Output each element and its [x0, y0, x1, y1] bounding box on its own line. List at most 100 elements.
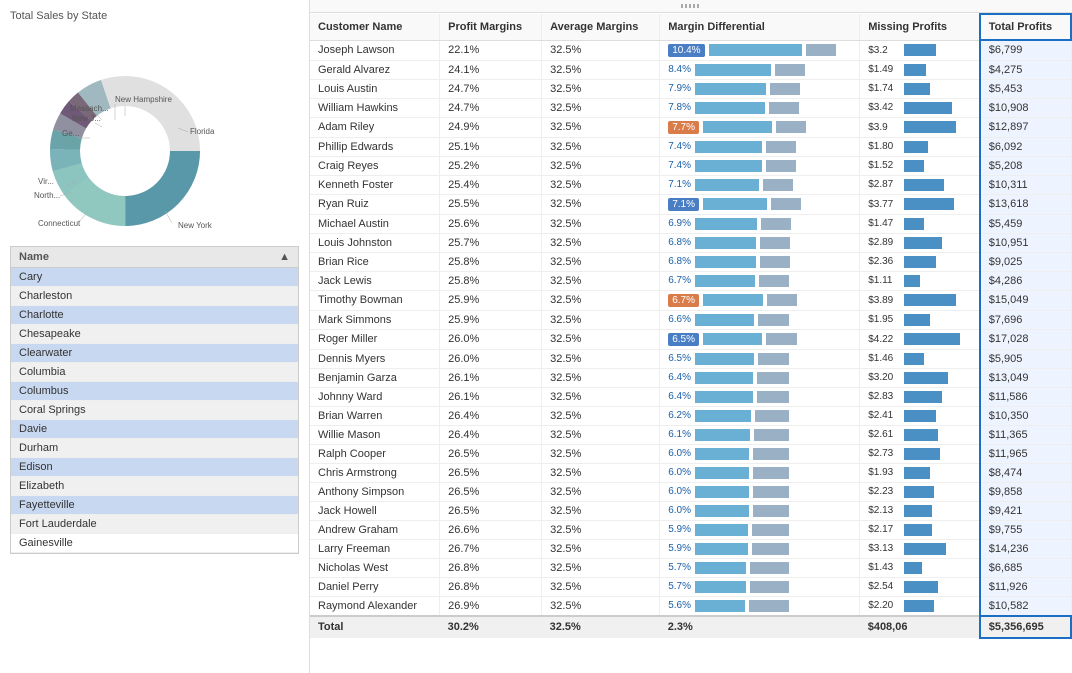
- total-profit-cell: $14,236: [980, 539, 1071, 558]
- list-item[interactable]: Chesapeake: [11, 325, 298, 344]
- total-profit-cell: $9,421: [980, 501, 1071, 520]
- list-item[interactable]: Fort Lauderdale: [11, 515, 298, 534]
- customer-name-cell: Andrew Graham: [310, 520, 440, 539]
- total-profit-cell: $10,350: [980, 406, 1071, 425]
- table-row: Larry Freeman26.7%32.5% 5.9% $3.13 $14,2…: [310, 539, 1071, 558]
- margin-diff-cell: 6.2%: [660, 406, 860, 425]
- list-item[interactable]: Charlotte: [11, 306, 298, 325]
- table-row: Chris Armstrong26.5%32.5% 6.0% $1.93 $8,…: [310, 463, 1071, 482]
- total-profit-cell: $6,092: [980, 137, 1071, 156]
- list-item[interactable]: Coral Springs: [11, 401, 298, 420]
- profit-margin-cell: 26.8%: [440, 558, 542, 577]
- table-row: Ralph Cooper26.5%32.5% 6.0% $2.73 $11,96…: [310, 444, 1071, 463]
- footer-margin-diff: 2.3%: [660, 616, 860, 638]
- profit-margin-cell: 25.7%: [440, 233, 542, 252]
- total-profit-cell: $11,365: [980, 425, 1071, 444]
- profit-margin-cell: 24.7%: [440, 98, 542, 117]
- avg-margin-cell: 32.5%: [542, 271, 660, 290]
- margin-diff-cell: 6.7%: [660, 271, 860, 290]
- missing-profit-cell: $2.41: [860, 406, 980, 425]
- svg-text:Vir...: Vir...: [38, 177, 54, 186]
- customer-name-cell: Roger Miller: [310, 329, 440, 349]
- missing-profit-cell: $2.61: [860, 425, 980, 444]
- total-profit-cell: $5,453: [980, 79, 1071, 98]
- avg-margin-cell: 32.5%: [542, 463, 660, 482]
- avg-margin-cell: 32.5%: [542, 233, 660, 252]
- profit-margin-cell: 26.5%: [440, 463, 542, 482]
- donut-chart: New Hampshire Massach... New J... Ge... …: [10, 36, 250, 236]
- list-item[interactable]: Charleston: [11, 287, 298, 306]
- total-profit-cell: $5,905: [980, 349, 1071, 368]
- total-profit-cell: $13,618: [980, 194, 1071, 214]
- margin-diff-cell: 5.9%: [660, 539, 860, 558]
- list-item[interactable]: Davie: [11, 420, 298, 439]
- profit-margin-cell: 26.4%: [440, 406, 542, 425]
- col-margin-differential: Margin Differential: [660, 14, 860, 40]
- margin-diff-cell: 6.7%: [660, 290, 860, 310]
- col-customer-name: Customer Name: [310, 14, 440, 40]
- table-row: Nicholas West26.8%32.5% 5.7% $1.43 $6,68…: [310, 558, 1071, 577]
- customer-name-cell: Dennis Myers: [310, 349, 440, 368]
- table-header-row: Customer Name Profit Margins Average Mar…: [310, 14, 1071, 40]
- missing-profit-cell: $3.20: [860, 368, 980, 387]
- total-profit-cell: $8,474: [980, 463, 1071, 482]
- table-row: Jack Howell26.5%32.5% 6.0% $2.13 $9,421: [310, 501, 1071, 520]
- table-row: Phillip Edwards25.1%32.5% 7.4% $1.80 $6,…: [310, 137, 1071, 156]
- missing-profit-cell: $1.47: [860, 214, 980, 233]
- name-list-header: Name ▲: [10, 246, 299, 268]
- total-profit-cell: $15,049: [980, 290, 1071, 310]
- total-profit-cell: $12,897: [980, 117, 1071, 137]
- table-row: Johnny Ward26.1%32.5% 6.4% $2.83 $11,586: [310, 387, 1071, 406]
- profit-margin-cell: 22.1%: [440, 40, 542, 60]
- margin-diff-cell: 6.6%: [660, 310, 860, 329]
- col-total-profits: Total Profits: [980, 14, 1071, 40]
- customer-name-cell: Adam Riley: [310, 117, 440, 137]
- list-item[interactable]: Durham: [11, 439, 298, 458]
- customer-name-cell: Brian Rice: [310, 252, 440, 271]
- profit-margin-cell: 24.9%: [440, 117, 542, 137]
- drag-handle: [681, 4, 701, 8]
- profit-margin-cell: 25.9%: [440, 310, 542, 329]
- list-item[interactable]: Fayetteville: [11, 496, 298, 515]
- customer-name-cell: Daniel Perry: [310, 577, 440, 596]
- profit-margin-cell: 25.4%: [440, 175, 542, 194]
- list-item[interactable]: Clearwater: [11, 344, 298, 363]
- avg-margin-cell: 32.5%: [542, 558, 660, 577]
- missing-profit-cell: $2.83: [860, 387, 980, 406]
- profit-margin-cell: 26.5%: [440, 501, 542, 520]
- table-row: Dennis Myers26.0%32.5% 6.5% $1.46 $5,905: [310, 349, 1071, 368]
- missing-profit-cell: $2.73: [860, 444, 980, 463]
- margin-diff-cell: 6.5%: [660, 329, 860, 349]
- list-item[interactable]: Edison: [11, 458, 298, 477]
- customer-name-cell: Louis Johnston: [310, 233, 440, 252]
- list-item[interactable]: Columbus: [11, 382, 298, 401]
- missing-profit-cell: $2.89: [860, 233, 980, 252]
- table-row: Adam Riley24.9%32.5% 7.7% $3.9 $12,897: [310, 117, 1071, 137]
- donut-svg: New Hampshire Massach... New J... Ge... …: [10, 36, 250, 236]
- customer-name-cell: Timothy Bowman: [310, 290, 440, 310]
- list-item[interactable]: Elizabeth: [11, 477, 298, 496]
- svg-text:North...: North...: [34, 191, 60, 200]
- profit-margin-cell: 25.1%: [440, 137, 542, 156]
- right-panel[interactable]: Customer Name Profit Margins Average Mar…: [310, 0, 1072, 673]
- table-row: Brian Warren26.4%32.5% 6.2% $2.41 $10,35…: [310, 406, 1071, 425]
- missing-profit-cell: $1.43: [860, 558, 980, 577]
- list-item[interactable]: Cary: [11, 268, 298, 287]
- svg-text:New York: New York: [178, 221, 213, 230]
- total-profit-cell: $6,799: [980, 40, 1071, 60]
- customer-name-cell: Jack Howell: [310, 501, 440, 520]
- table-row: Kenneth Foster25.4%32.5% 7.1% $2.87 $10,…: [310, 175, 1071, 194]
- missing-profit-cell: $1.74: [860, 79, 980, 98]
- avg-margin-cell: 32.5%: [542, 444, 660, 463]
- customer-name-cell: Jack Lewis: [310, 271, 440, 290]
- margin-diff-cell: 7.7%: [660, 117, 860, 137]
- total-profit-cell: $17,028: [980, 329, 1071, 349]
- avg-margin-cell: 32.5%: [542, 175, 660, 194]
- customer-name-cell: Gerald Alvarez: [310, 60, 440, 79]
- list-item[interactable]: Columbia: [11, 363, 298, 382]
- avg-margin-cell: 32.5%: [542, 194, 660, 214]
- list-item[interactable]: Gainesville: [11, 534, 298, 553]
- table-row: Michael Austin25.6%32.5% 6.9% $1.47 $5,4…: [310, 214, 1071, 233]
- avg-margin-cell: 32.5%: [542, 406, 660, 425]
- margin-diff-cell: 5.9%: [660, 520, 860, 539]
